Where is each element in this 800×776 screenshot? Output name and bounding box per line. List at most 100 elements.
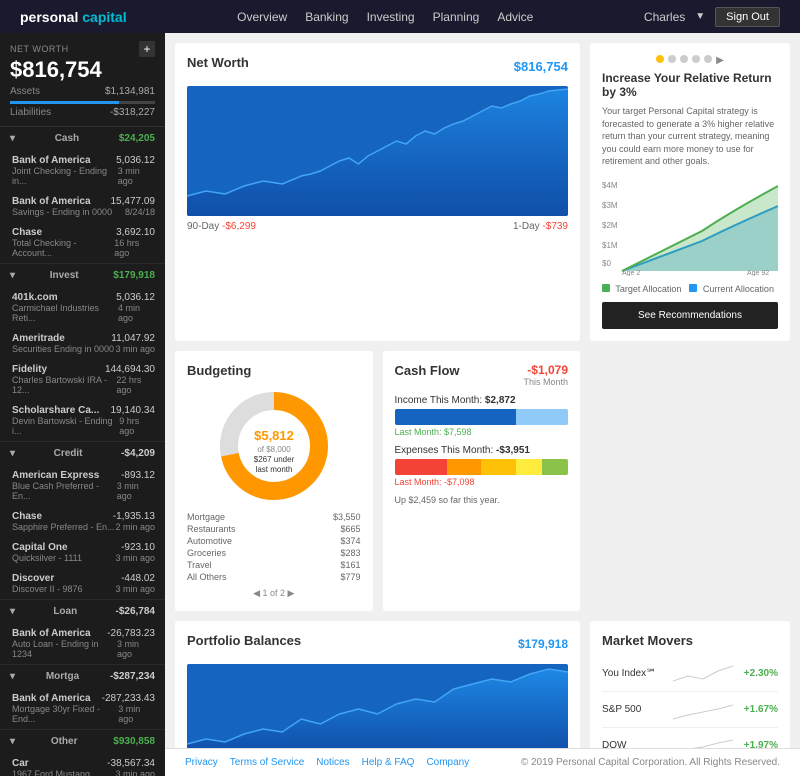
- footer-copyright: © 2019 Personal Capital Corporation. All…: [521, 757, 780, 768]
- assets-label: Assets: [10, 86, 40, 97]
- footer-company[interactable]: Company: [426, 757, 469, 768]
- list-item: S&P 500 +1.67%: [602, 692, 778, 728]
- net-worth-1day: 1-Day -$739: [513, 221, 568, 232]
- nav-overview[interactable]: Overview: [237, 10, 287, 24]
- list-item: Restaurants $665: [187, 523, 361, 535]
- cashflow-card: Cash Flow -$1,079 This Month Income This…: [383, 351, 581, 611]
- svg-text:$5,812: $5,812: [254, 428, 294, 443]
- list-item[interactable]: Discover -448.02 Discover II - 9876 3 mi…: [0, 568, 165, 599]
- list-item[interactable]: Ameritrade 11,047.92 Securities Ending i…: [0, 328, 165, 359]
- cash-section-title: Cash: [55, 133, 79, 144]
- dot-3[interactable]: [680, 55, 688, 63]
- target-legend-label: Target Allocation: [615, 284, 681, 294]
- nav-banking[interactable]: Banking: [305, 10, 348, 24]
- increase-chart: $4M $3M $2M $1M $0: [602, 176, 778, 276]
- cashflow-amount: -$1,079: [527, 363, 568, 377]
- list-item[interactable]: Chase -1,935.13 Sapphire Preferred - En.…: [0, 506, 165, 537]
- list-item[interactable]: Fidelity 144,694.30 Charles Bartowski IR…: [0, 359, 165, 400]
- loan-section-header[interactable]: ▾ Loan -$26,784: [0, 600, 165, 623]
- sidebar-section-cash: ▾ Cash $24,205 Bank of America 5,036.12 …: [0, 127, 165, 264]
- increase-title: Increase Your Relative Return by 3%: [602, 71, 778, 99]
- nav-advice[interactable]: Advice: [497, 10, 533, 24]
- credit-section-header[interactable]: ▾ Credit -$4,209: [0, 442, 165, 465]
- list-item[interactable]: 401k.com 5,036.12 Carmichael Industries …: [0, 287, 165, 328]
- list-item[interactable]: American Express -893.12 Blue Cash Prefe…: [0, 465, 165, 506]
- mortgage-section-header[interactable]: ▾ Mortga -$287,234: [0, 665, 165, 688]
- header: personal capital Overview Banking Invest…: [0, 0, 800, 33]
- list-item: DOW +1.97%: [602, 728, 778, 748]
- see-recommendations-button[interactable]: See Recommendations: [602, 302, 778, 329]
- main-content: Net Worth $816,754: [165, 33, 800, 748]
- budgeting-card: Budgeting $5,812 of $8,000 $267 under la…: [175, 351, 373, 611]
- dot-1[interactable]: [656, 55, 664, 63]
- footer-privacy[interactable]: Privacy: [185, 757, 218, 768]
- progress-fill: [10, 101, 119, 104]
- list-item[interactable]: Bank of America -287,233.43 Mortgage 30y…: [0, 688, 165, 729]
- market-movers-card: Market Movers You Index℠ +2.30% S&P 500 …: [590, 621, 790, 748]
- budget-pagination[interactable]: ◀ 1 of 2 ▶: [187, 588, 361, 599]
- header-right: Charles ▼ Sign Out: [644, 7, 780, 27]
- current-legend-dot: [689, 284, 697, 292]
- sidebar-section-other: ▾ Other $930,858 Car -38,567.34 1967 For…: [0, 730, 165, 776]
- carousel-next[interactable]: ▶: [716, 55, 724, 66]
- other-section-header[interactable]: ▾ Other $930,858: [0, 730, 165, 753]
- add-account-button[interactable]: +: [139, 41, 155, 57]
- cashflow-note: Up $2,459 so far this year.: [395, 495, 569, 505]
- dot-4[interactable]: [692, 55, 700, 63]
- net-worth-title: Net Worth: [187, 55, 249, 70]
- mortgage-section-amount: -$287,234: [110, 671, 155, 682]
- list-item[interactable]: Scholarshare Ca... 19,140.34 Devin Barto…: [0, 400, 165, 441]
- cashflow-label: This Month: [523, 377, 568, 387]
- dot-2[interactable]: [668, 55, 676, 63]
- cash-section-amount: $24,205: [119, 133, 155, 144]
- svg-text:Age 92: Age 92: [747, 270, 769, 276]
- signout-button[interactable]: Sign Out: [715, 7, 780, 27]
- expense-bar: [395, 459, 569, 475]
- cashflow-title: Cash Flow: [395, 363, 460, 378]
- list-item[interactable]: Chase 3,692.10 Total Checking - Account.…: [0, 222, 165, 263]
- list-item[interactable]: Car -38,567.34 1967 Ford Mustang 3 min a…: [0, 753, 165, 776]
- list-item: You Index℠ +2.30%: [602, 656, 778, 692]
- footer-help[interactable]: Help & FAQ: [362, 757, 415, 768]
- net-worth-card-amount: $816,754: [514, 59, 568, 74]
- svg-text:of $8,000: of $8,000: [257, 445, 291, 454]
- list-item: Travel $161: [187, 559, 361, 571]
- portfolio-amount: $179,918: [518, 637, 568, 651]
- last-month-income: Last Month: $7,598: [395, 427, 569, 437]
- sidebar-section-mortgage: ▾ Mortga -$287,234 Bank of America -287,…: [0, 665, 165, 730]
- carousel-dots: ▶: [602, 55, 778, 66]
- invest-section-title: Invest: [50, 270, 79, 281]
- svg-text:$1M: $1M: [602, 241, 618, 250]
- footer-notices[interactable]: Notices: [316, 757, 349, 768]
- svg-text:$4M: $4M: [602, 181, 618, 190]
- list-item[interactable]: Bank of America 5,036.12 Joint Checking …: [0, 150, 165, 191]
- svg-text:last month: last month: [255, 465, 292, 474]
- liabilities-label: Liabilities: [10, 107, 51, 118]
- footer-terms[interactable]: Terms of Service: [230, 757, 304, 768]
- right-panel: ▶ Increase Your Relative Return by 3% Yo…: [590, 43, 790, 341]
- user-name[interactable]: Charles: [644, 10, 685, 24]
- invest-section-header[interactable]: ▾ Invest $179,918: [0, 264, 165, 287]
- budgeting-title: Budgeting: [187, 363, 361, 378]
- logo-personal: personal: [20, 9, 78, 25]
- portfolio-chart: [187, 664, 568, 748]
- user-dropdown-icon[interactable]: ▼: [695, 11, 705, 22]
- svg-text:$267 under: $267 under: [254, 455, 295, 464]
- sidebar-section-credit: ▾ Credit -$4,209 American Express -893.1…: [0, 442, 165, 600]
- sidebar: NET WORTH + $816,754 Assets $1,134,981 L…: [0, 33, 165, 776]
- nav-investing[interactable]: Investing: [367, 10, 415, 24]
- nav-planning[interactable]: Planning: [433, 10, 480, 24]
- sidebar-net-worth-amount: $816,754: [10, 57, 155, 83]
- increase-return-card: ▶ Increase Your Relative Return by 3% Yo…: [590, 43, 790, 341]
- svg-text:Age 2: Age 2: [622, 270, 640, 276]
- cash-section-header[interactable]: ▾ Cash $24,205: [0, 127, 165, 150]
- list-item[interactable]: Bank of America -26,783.23 Auto Loan - E…: [0, 623, 165, 664]
- row2-right-spacer: [590, 351, 790, 611]
- budget-items: Mortgage $3,550 Restaurants $665 Automot…: [187, 511, 361, 583]
- assets-progress-bar: [10, 101, 155, 104]
- list-item[interactable]: Bank of America 15,477.09 Savings - Endi…: [0, 191, 165, 222]
- liabilities-amount: -$318,227: [110, 107, 155, 118]
- list-item: All Others $779: [187, 571, 361, 583]
- dot-5[interactable]: [704, 55, 712, 63]
- list-item[interactable]: Capital One -923.10 Quicksilver - 1111 3…: [0, 537, 165, 568]
